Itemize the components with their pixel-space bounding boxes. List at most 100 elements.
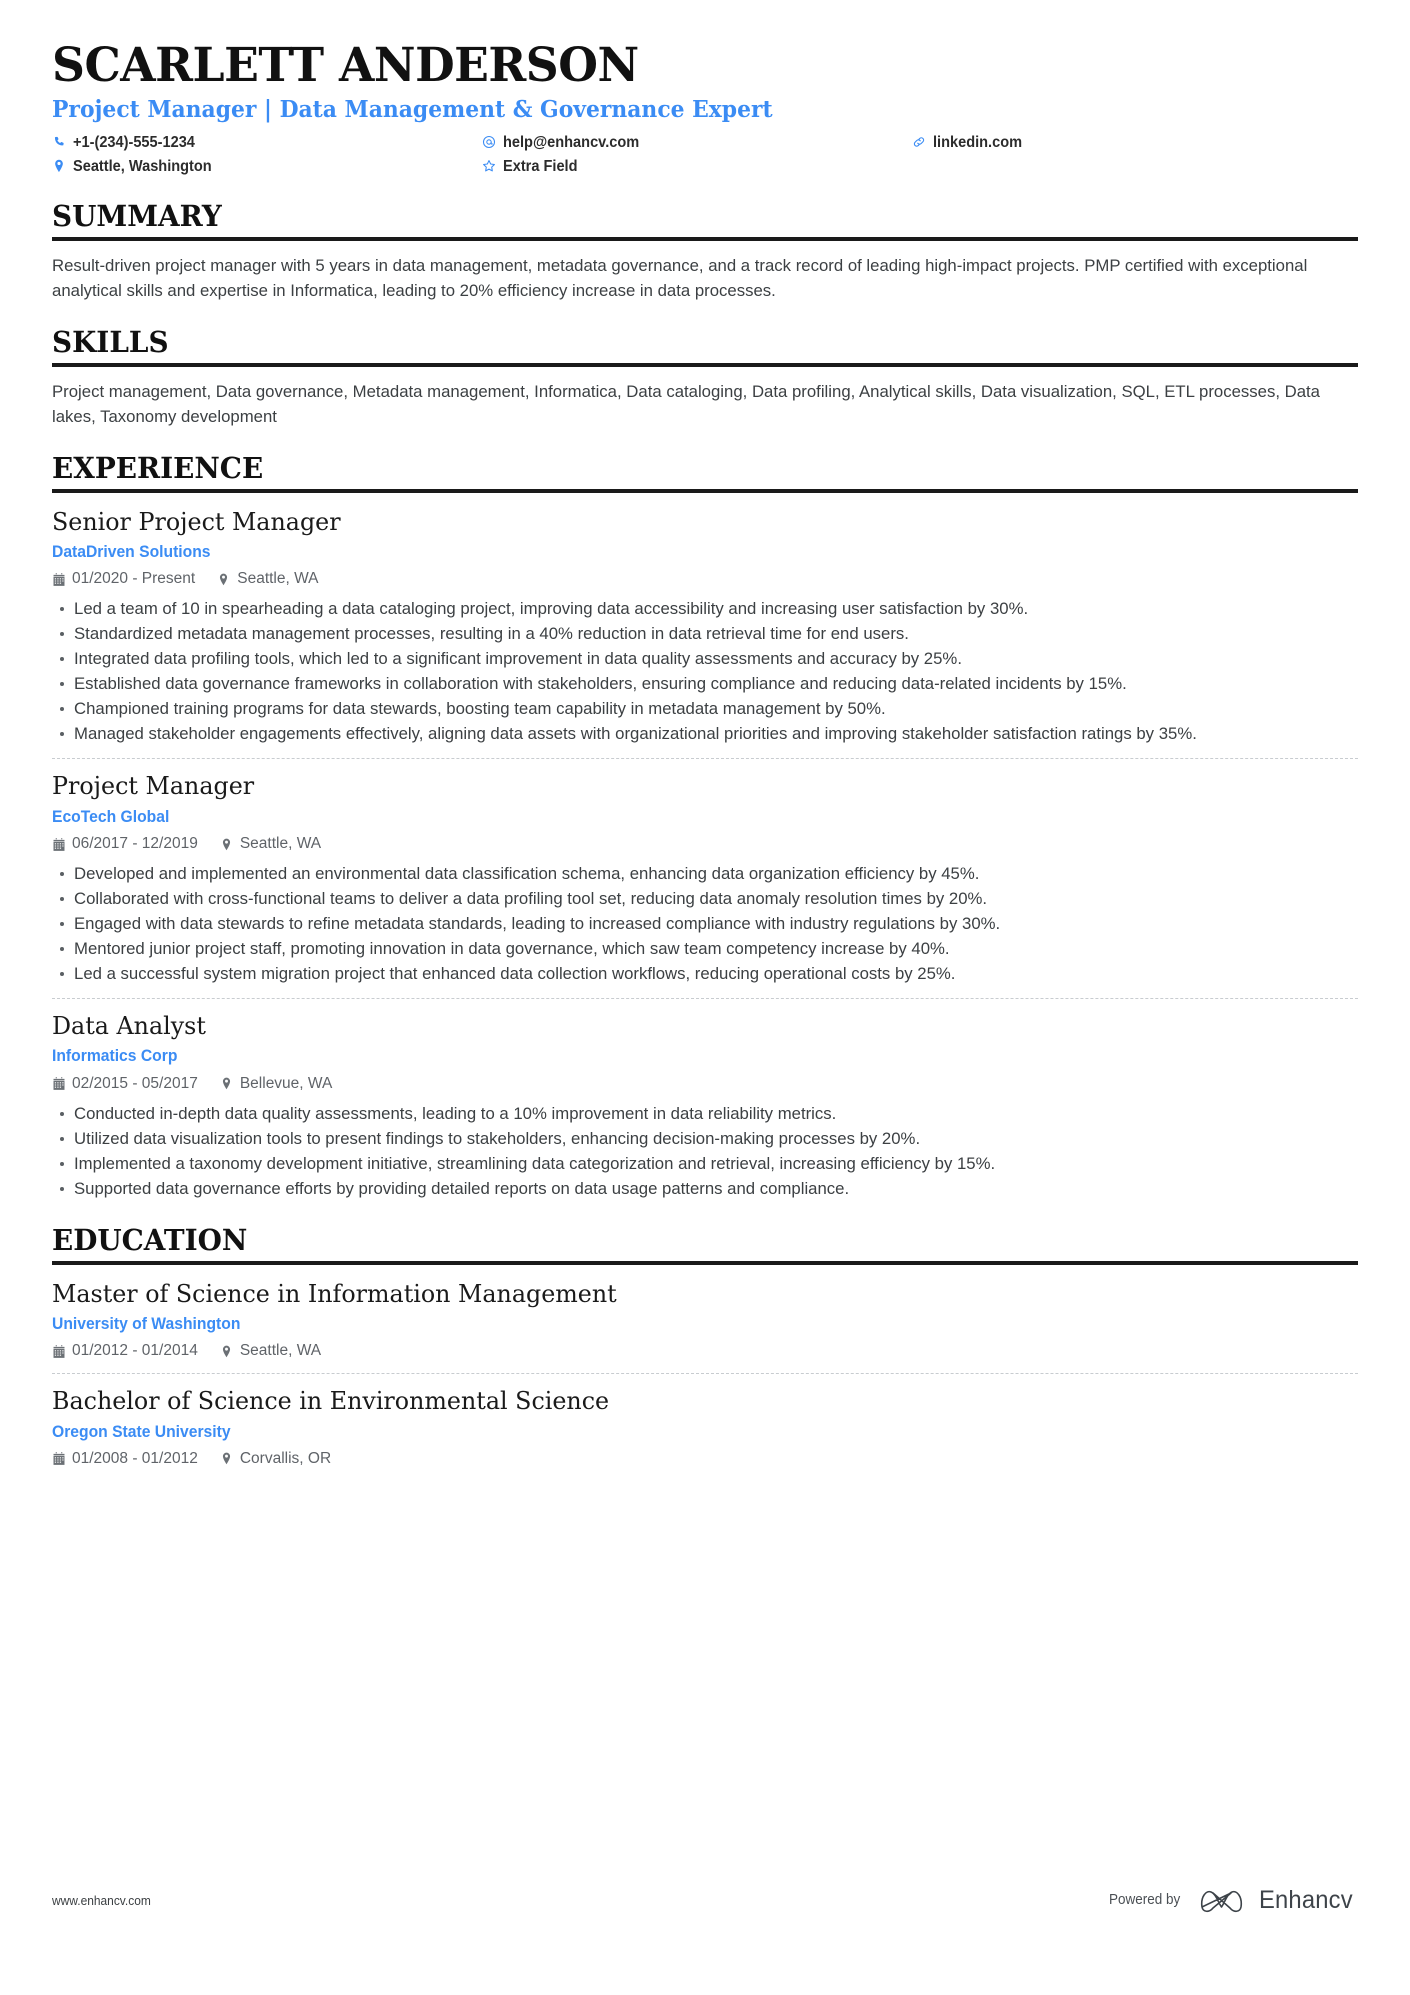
bullet-item: Standardized metadata management process… xyxy=(52,621,1358,646)
education-dates: 01/2012 - 01/2014 xyxy=(52,1341,198,1361)
contact-email-text: help@enhancv.com xyxy=(503,133,640,151)
section-rule-skills xyxy=(52,362,1358,367)
page-footer: www.enhancv.com Powered by Enhancv xyxy=(52,1885,1358,1915)
summary-text: Result-driven project manager with 5 yea… xyxy=(52,255,1308,300)
job-dates: 01/2020 - Present xyxy=(52,569,195,589)
section-experience: EXPERIENCE Senior Project Manager DataDr… xyxy=(52,451,1358,1201)
bullet-text: Engaged with data stewards to refine met… xyxy=(74,914,1001,933)
job-location: Seattle, WA xyxy=(217,569,319,589)
calendar-icon xyxy=(52,572,65,586)
degree-title: Master of Science in Information Managem… xyxy=(52,1278,617,1308)
bullet-item: Mentored junior project staff, promoting… xyxy=(52,936,1358,961)
company-name[interactable]: Informatics Corp xyxy=(52,1045,1293,1067)
section-heading-summary: SUMMARY xyxy=(52,198,222,233)
skills-text: Project management, Data governance, Met… xyxy=(52,381,1321,426)
job-meta: 06/2017 - 12/2019 Seattle, WA xyxy=(52,834,1358,854)
contact-email[interactable]: help@enhancv.com xyxy=(482,132,912,153)
education-dates: 01/2008 - 01/2012 xyxy=(52,1449,198,1469)
calendar-icon xyxy=(52,837,65,851)
bullet-item: Developed and implemented an environment… xyxy=(52,861,1358,886)
bullet-text: Established data governance frameworks i… xyxy=(74,674,1127,694)
contact-extra-field-text: Extra Field xyxy=(503,157,578,175)
bullet-item: Integrated data profiling tools, which l… xyxy=(52,646,1358,671)
link-icon xyxy=(912,135,926,150)
bullet-item: Implemented a taxonomy development initi… xyxy=(52,1151,1358,1176)
bullet-item: Led a team of 10 in spearheading a data … xyxy=(52,596,1358,621)
bullet-text: Collaborated with cross-functional teams… xyxy=(74,889,988,908)
school-name[interactable]: University of Washington xyxy=(52,1313,1293,1335)
footer-url[interactable]: www.enhancv.com xyxy=(52,1893,151,1908)
education-location: Seattle, WA xyxy=(220,1341,321,1361)
bullet-item: Engaged with data stewards to refine met… xyxy=(52,911,1358,936)
bullet-text: Managed stakeholder engagements effectiv… xyxy=(74,724,1197,744)
section-education: EDUCATION Master of Science in Informati… xyxy=(52,1223,1358,1469)
section-heading-skills: SKILLS xyxy=(52,324,169,359)
calendar-icon xyxy=(52,1452,65,1466)
company-name[interactable]: EcoTech Global xyxy=(52,806,1293,828)
bullet-item: Managed stakeholder engagements effectiv… xyxy=(52,721,1358,746)
bullet-text: Led a successful system migration projec… xyxy=(74,964,956,983)
job-dates-text: 06/2017 - 12/2019 xyxy=(72,835,198,852)
education-location-text: Seattle, WA xyxy=(239,1342,322,1360)
job-title: Project Manager xyxy=(52,771,255,801)
contact-extra-field: Extra Field xyxy=(482,156,912,177)
bullet-text: Standardized metadata management process… xyxy=(74,624,909,644)
job-bullets: Developed and implemented an environment… xyxy=(52,861,1358,986)
job-dates: 02/2015 - 05/2017 xyxy=(52,1074,198,1094)
job-dates-text: 02/2015 - 05/2017 xyxy=(72,1074,198,1092)
contact-location: Seattle, Washington xyxy=(52,156,482,177)
contact-phone-text: +1-(234)-555-1234 xyxy=(73,133,195,151)
enhancv-logo-icon xyxy=(1199,1885,1245,1915)
bullet-text: Supported data governance efforts by pro… xyxy=(74,1178,850,1198)
job-dates: 06/2017 - 12/2019 xyxy=(52,834,198,854)
candidate-role: Project Manager | Data Management & Gove… xyxy=(52,95,773,123)
section-heading-experience: EXPERIENCE xyxy=(52,450,264,485)
location-icon xyxy=(220,837,233,851)
location-icon xyxy=(220,1077,233,1091)
email-icon xyxy=(482,135,496,150)
job-meta: 02/2015 - 05/2017 Bellevue, WA xyxy=(52,1074,1358,1094)
entry-divider xyxy=(52,1373,1358,1375)
job-location: Seattle, WA xyxy=(220,834,321,854)
education-entry: Master of Science in Information Managem… xyxy=(52,1277,1358,1362)
powered-by-label: Powered by xyxy=(1108,1892,1180,1908)
location-icon xyxy=(220,1452,233,1466)
star-icon xyxy=(482,159,496,174)
experience-entry: Project Manager EcoTech Global 06/2017 -… xyxy=(52,769,1358,986)
job-location: Bellevue, WA xyxy=(220,1074,332,1094)
job-bullets: Conducted in-depth data quality assessme… xyxy=(52,1101,1358,1201)
bullet-item: Conducted in-depth data quality assessme… xyxy=(52,1101,1358,1126)
bullet-item: Supported data governance efforts by pro… xyxy=(52,1176,1358,1201)
job-meta: 01/2020 - Present Seattle, WA xyxy=(52,569,1358,589)
company-name[interactable]: DataDriven Solutions xyxy=(52,541,1293,563)
bullet-item: Established data governance frameworks i… xyxy=(52,671,1358,696)
contact-phone[interactable]: +1-(234)-555-1234 xyxy=(52,132,482,153)
experience-entry: Senior Project Manager DataDriven Soluti… xyxy=(52,505,1358,747)
education-dates-text: 01/2008 - 01/2012 xyxy=(72,1449,198,1467)
entry-divider xyxy=(52,998,1358,999)
location-icon xyxy=(220,1344,233,1358)
bullet-text: Mentored junior project staff, promoting… xyxy=(74,939,950,958)
location-icon xyxy=(217,572,230,586)
education-meta: 01/2008 - 01/2012 Corvallis, OR xyxy=(52,1449,1358,1469)
section-rule-summary xyxy=(52,236,1358,241)
school-name[interactable]: Oregon State University xyxy=(52,1421,1293,1443)
job-location-text: Bellevue, WA xyxy=(239,1074,333,1092)
bullet-text: Championed training programs for data st… xyxy=(74,699,886,719)
bullet-item: Led a successful system migration projec… xyxy=(52,961,1358,986)
section-skills: SKILLS Project management, Data governan… xyxy=(52,325,1358,429)
job-title: Senior Project Manager xyxy=(52,506,341,536)
resume-header: SCARLETT ANDERSON Project Manager | Data… xyxy=(52,0,1358,177)
bullet-text: Led a team of 10 in spearheading a data … xyxy=(74,599,1029,619)
calendar-icon xyxy=(52,1077,65,1091)
enhancv-wordmark: Enhancv xyxy=(1259,1885,1354,1914)
contact-linkedin[interactable]: linkedin.com xyxy=(912,132,1358,153)
education-location: Corvallis, OR xyxy=(220,1449,331,1469)
education-dates-text: 01/2012 - 01/2014 xyxy=(72,1342,198,1360)
section-rule-education xyxy=(52,1260,1358,1265)
bullet-text: Implemented a taxonomy development initi… xyxy=(74,1153,996,1173)
education-entry: Bachelor of Science in Environmental Sci… xyxy=(52,1384,1358,1469)
job-title: Data Analyst xyxy=(52,1011,206,1040)
section-summary: SUMMARY Result-driven project manager wi… xyxy=(52,199,1358,303)
calendar-icon xyxy=(52,1344,65,1358)
